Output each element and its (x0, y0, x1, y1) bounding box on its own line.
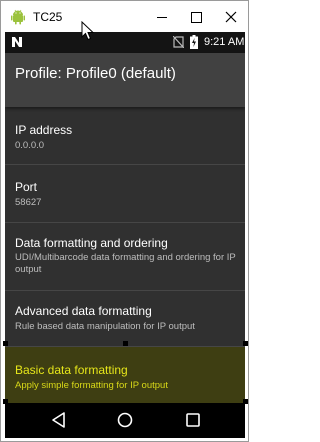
window-titlebar[interactable]: TC25 (2, 2, 247, 32)
basic-data-formatting-setting[interactable]: Basic data formatting Apply simple forma… (5, 347, 245, 403)
battery-charging-icon (190, 35, 198, 49)
window-title: TC25 (33, 10, 63, 24)
back-icon[interactable] (50, 411, 68, 429)
maximize-button[interactable] (179, 2, 213, 32)
setting-summary: 0.0.0.0 (15, 140, 45, 151)
navigation-bar (5, 403, 245, 438)
settings-list[interactable]: IP address 0.0.0.0 Port 58627 Data forma… (5, 107, 245, 403)
resize-handle[interactable] (243, 399, 248, 404)
close-button[interactable] (213, 2, 247, 32)
resize-handle[interactable] (243, 341, 248, 346)
minimize-button[interactable] (145, 2, 179, 32)
maximize-icon (191, 12, 202, 23)
data-formatting-ordering-setting[interactable]: Data formatting and ordering UDI/Multiba… (5, 223, 245, 291)
page-title: Profile: Profile0 (default) (15, 65, 176, 82)
setting-summary: Rule based data manipulation for IP outp… (15, 321, 195, 332)
setting-summary: 58627 (15, 197, 42, 208)
setting-summary: UDI/Multibarcode data formatting and ord… (15, 252, 236, 275)
android-icon (11, 9, 25, 25)
status-bar: 9:21 AM (5, 32, 245, 53)
setting-title: Advanced data formatting (15, 304, 152, 318)
mouse-cursor-icon (81, 21, 95, 41)
resize-handle[interactable] (123, 341, 128, 346)
no-sim-icon (173, 36, 184, 48)
close-icon (225, 11, 237, 23)
app-bar: Profile: Profile0 (default) (5, 53, 245, 107)
resize-handle[interactable] (3, 399, 8, 404)
home-icon[interactable] (116, 411, 134, 429)
minimize-icon (157, 17, 167, 18)
advanced-data-formatting-setting[interactable]: Advanced data formatting Rule based data… (5, 291, 245, 347)
status-time: 9:21 AM (204, 36, 245, 48)
device-screen: 9:21 AM Profile: Profile0 (default) IP a… (5, 32, 245, 438)
setting-title: Data formatting and ordering (15, 236, 168, 250)
notification-n-icon (12, 37, 22, 47)
recents-icon[interactable] (184, 411, 202, 429)
emulator-window: TC25 9:21 AM Profile: Profile0 (default)… (0, 0, 249, 442)
port-setting[interactable]: Port 58627 (5, 165, 245, 223)
window-controls (145, 2, 247, 32)
resize-handle[interactable] (3, 341, 8, 346)
setting-title: Port (15, 180, 38, 194)
setting-title: Basic data formatting (15, 363, 128, 377)
setting-title: IP address (15, 123, 73, 137)
ip-address-setting[interactable]: IP address 0.0.0.0 (5, 107, 245, 165)
setting-summary: Apply simple formatting for IP output (15, 380, 168, 391)
